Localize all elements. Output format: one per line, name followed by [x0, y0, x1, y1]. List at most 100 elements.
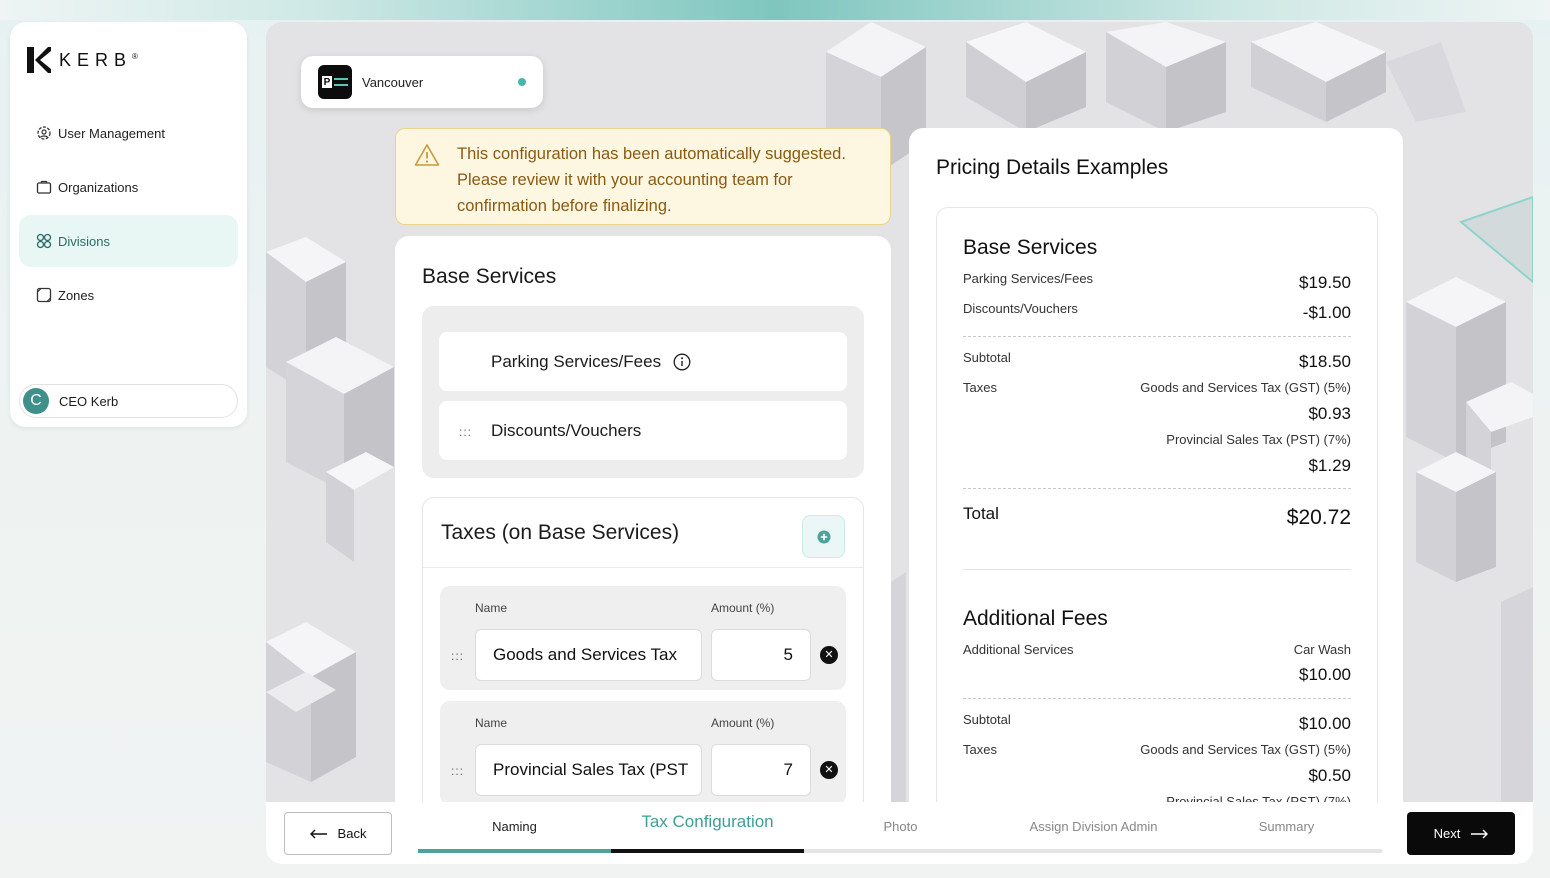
tax-name-label: Name — [475, 601, 508, 615]
tax-name: Goods and Services Tax (GST) (5%) — [1140, 742, 1351, 757]
pricing-line-label: Discounts/Vouchers — [963, 301, 1078, 316]
sidebar-item-label: Zones — [58, 287, 95, 303]
tax-row: Name Amount (%) ::: Provincial Sales Tax… — [440, 701, 846, 805]
base-service-parking[interactable]: Parking Services/Fees — [439, 332, 847, 391]
drag-handle-icon[interactable]: ::: — [451, 649, 464, 663]
step-naming[interactable]: Naming — [418, 802, 611, 850]
avatar: C — [23, 388, 49, 414]
taxes-title: Taxes (on Base Services) — [441, 520, 680, 544]
remove-tax-icon[interactable]: ✕ — [820, 761, 838, 779]
step-summary[interactable]: Summary — [1190, 802, 1383, 850]
taxes-label: Taxes — [963, 380, 997, 395]
plus-circle-icon — [817, 530, 830, 543]
taxes-label: Taxes — [963, 742, 997, 757]
total-value: $20.72 — [1286, 506, 1351, 529]
pricing-line-label: Parking Services/Fees — [963, 271, 1094, 286]
tax-value: $0.93 — [1308, 404, 1351, 423]
remove-tax-icon[interactable]: ✕ — [820, 646, 838, 664]
pricing-example-card: Base Services Parking Services/Fees $19.… — [936, 207, 1378, 848]
location-selector[interactable]: P Vancouver — [301, 56, 543, 108]
arrow-right-icon — [1471, 829, 1489, 838]
warning-icon — [414, 144, 440, 166]
top-gradient-bar — [0, 0, 1550, 20]
sidebar-item-user-management[interactable]: User Management — [19, 107, 238, 159]
tax-amount-label: Amount (%) — [711, 601, 775, 615]
stepper: Naming Tax Configuration Photo Assign Di… — [418, 802, 1382, 854]
sidebar-item-label: Organizations — [58, 179, 139, 195]
drag-handle-icon[interactable]: ::: — [451, 764, 464, 778]
subtotal-label: Subtotal — [963, 712, 1011, 727]
stepper-progress-done — [418, 849, 611, 853]
subtotal-value: $10.00 — [1299, 714, 1351, 733]
subtotal-value: $18.50 — [1299, 352, 1351, 371]
warning-text: This configuration has been automaticall… — [457, 145, 846, 215]
zone-icon — [36, 287, 52, 303]
tax-row: Name Amount (%) ::: Goods and Services T… — [440, 586, 846, 690]
additional-line-name: Car Wash — [1293, 642, 1351, 657]
profile-name: CEO Kerb — [59, 393, 119, 409]
next-label: Next — [1433, 826, 1461, 841]
tax-name: Provincial Sales Tax (PST) (7%) — [1166, 432, 1351, 447]
tax-value: $0.50 — [1308, 766, 1351, 785]
sidebar: KERB® User Management Organizations Divi… — [10, 22, 247, 427]
tax-amount-input[interactable]: 5 — [711, 629, 811, 681]
divider — [963, 336, 1351, 337]
kerb-logo[interactable]: KERB® — [27, 47, 138, 73]
location-name: Vancouver — [362, 74, 424, 90]
additional-line-value: $10.00 — [1299, 665, 1351, 684]
back-label: Back — [337, 826, 367, 841]
location-status-dot — [518, 78, 526, 86]
base-services-list: Parking Services/Fees ::: Discounts/Vouc… — [422, 306, 864, 478]
tax-name: Goods and Services Tax (GST) (5%) — [1140, 380, 1351, 395]
tax-name-label: Name — [475, 716, 508, 730]
base-services-title: Base Services — [422, 265, 557, 288]
wizard-footer: Back Naming Tax Configuration Photo Assi… — [266, 802, 1533, 864]
pricing-line-value: -$1.00 — [1302, 303, 1351, 322]
step-photo[interactable]: Photo — [804, 802, 997, 850]
warning-banner: This configuration has been automaticall… — [395, 128, 891, 225]
sidebar-item-label: User Management — [58, 125, 165, 141]
step-tax-configuration[interactable]: Tax Configuration — [611, 798, 804, 846]
base-service-discounts[interactable]: ::: Discounts/Vouchers — [439, 401, 847, 460]
user-management-icon — [37, 126, 51, 140]
sidebar-item-zones[interactable]: Zones — [19, 269, 238, 321]
drag-handle-icon[interactable]: ::: — [459, 425, 472, 439]
briefcase-icon — [36, 180, 52, 194]
stepper-progress-current — [611, 849, 804, 853]
sidebar-nav: User Management Organizations Divisions … — [19, 107, 238, 323]
next-button[interactable]: Next — [1407, 812, 1515, 855]
divider — [963, 488, 1351, 489]
tax-value: $1.29 — [1308, 456, 1351, 475]
main-area: P Vancouver This configuration has been … — [266, 22, 1533, 864]
base-service-label: Discounts/Vouchers — [491, 420, 642, 440]
sidebar-item-organizations[interactable]: Organizations — [19, 161, 238, 213]
pricing-base-title: Base Services — [963, 236, 1098, 259]
tax-amount-label: Amount (%) — [711, 716, 775, 730]
step-assign-division-admin[interactable]: Assign Division Admin — [997, 802, 1190, 850]
divider — [963, 569, 1351, 570]
pricing-additional-title: Additional Fees — [963, 607, 1108, 630]
tax-name-input[interactable]: Provincial Sales Tax (PST — [475, 744, 702, 796]
grid-icon — [36, 233, 52, 249]
base-service-label: Parking Services/Fees — [491, 351, 662, 371]
sidebar-item-label: Divisions — [58, 233, 111, 249]
pricing-details-panel: Pricing Details Examples Base Services P… — [909, 128, 1403, 848]
add-tax-button[interactable] — [802, 515, 845, 558]
tax-config-panel: Base Services Parking Services/Fees ::: … — [395, 236, 891, 836]
additional-line-label: Additional Services — [963, 642, 1074, 657]
user-profile[interactable]: C CEO Kerb — [19, 384, 238, 418]
pricing-line-value: $19.50 — [1299, 273, 1351, 292]
pricing-title: Pricing Details Examples — [936, 156, 1169, 179]
arrow-left-icon — [309, 829, 327, 838]
taxes-header: Taxes (on Base Services) — [423, 498, 863, 568]
central-parking-logo-icon: P — [318, 65, 352, 99]
total-label: Total — [963, 504, 999, 523]
sidebar-item-divisions[interactable]: Divisions — [19, 215, 238, 267]
taxes-section: Taxes (on Base Services) Name Amount (%)… — [422, 497, 864, 836]
info-icon[interactable] — [673, 353, 691, 371]
subtotal-label: Subtotal — [963, 350, 1011, 365]
brand-name: KERB® — [59, 49, 138, 70]
back-button[interactable]: Back — [284, 812, 392, 855]
tax-amount-input[interactable]: 7 — [711, 744, 811, 796]
tax-name-input[interactable]: Goods and Services Tax — [475, 629, 702, 681]
